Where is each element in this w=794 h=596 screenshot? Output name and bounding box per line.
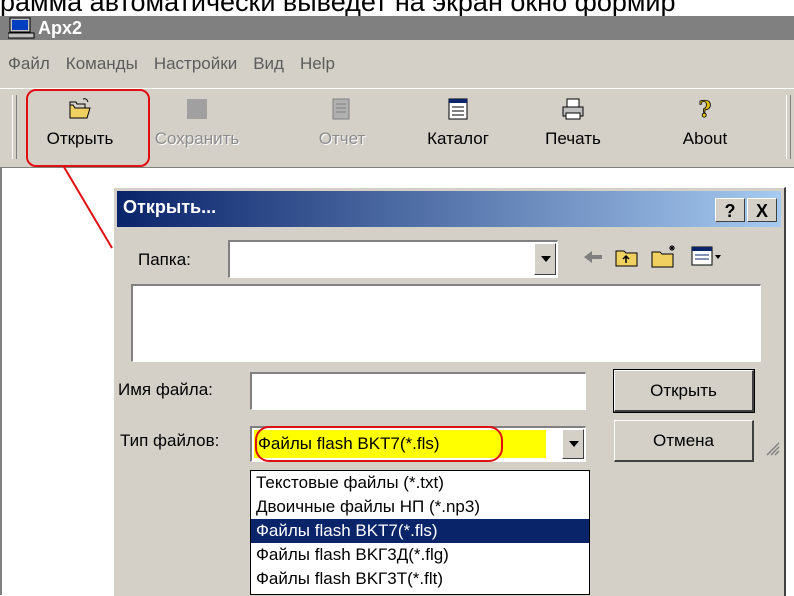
report-button[interactable]: Отчет <box>287 95 397 159</box>
back-arrow-icon[interactable] <box>582 246 604 268</box>
catalog-button[interactable]: Каталог <box>403 95 513 159</box>
catalog-icon <box>446 97 470 121</box>
dialog-close-button[interactable]: X <box>747 198 777 222</box>
about-button[interactable]: ? About <box>650 95 760 159</box>
dialog-open-label: Открыть <box>650 380 717 400</box>
printer-icon <box>561 97 585 121</box>
filetype-dropdown-list: Текстовые файлы (*.txt) Двоичные файлы Н… <box>250 470 590 595</box>
help-icon: ? <box>693 97 717 124</box>
filename-label: Имя файла: <box>118 380 213 399</box>
filetype-option-np3[interactable]: Двоичные файлы НП (*.np3) <box>251 495 589 519</box>
filetype-label: Тип файлов: <box>120 431 220 450</box>
filetype-option-flt[interactable]: Файлы flash BKГ3T(*.flt) <box>251 567 589 591</box>
filetype-annotation <box>255 426 503 462</box>
up-folder-icon[interactable] <box>614 244 640 270</box>
report-icon <box>330 97 354 121</box>
print-button[interactable]: Печать <box>518 95 628 159</box>
resize-grip-icon[interactable] <box>764 440 780 456</box>
app-computer-icon <box>7 17 36 39</box>
app-titlebar: Apx2 <box>0 16 794 40</box>
toolbar-separator <box>786 95 791 159</box>
about-button-label: About <box>682 129 728 148</box>
view-menu-icon[interactable] <box>690 244 724 270</box>
toolbar-grip[interactable] <box>12 95 17 159</box>
menu-commands[interactable]: Команды <box>58 54 146 74</box>
filetype-dropdown-button[interactable] <box>562 429 584 459</box>
report-button-label: Отчет <box>318 129 366 148</box>
menu-view[interactable]: Вид <box>245 54 292 74</box>
dialog-title: Открыть... <box>123 197 217 217</box>
catalog-button-label: Каталог <box>427 129 489 148</box>
svg-text:?: ? <box>699 97 712 121</box>
save-button[interactable]: Сохранить <box>142 95 252 159</box>
folder-dropdown-button[interactable] <box>534 243 556 275</box>
dialog-open-button[interactable]: Открыть <box>613 369 755 413</box>
dialog-cancel-button[interactable]: Отмена <box>614 420 754 462</box>
menu-settings[interactable]: Настройки <box>146 54 245 74</box>
folder-combo[interactable] <box>228 240 558 278</box>
filename-input[interactable] <box>250 372 586 410</box>
new-folder-icon[interactable] <box>650 242 680 270</box>
dialog-help-button[interactable]: ? <box>715 198 745 222</box>
print-button-label: Печать <box>545 129 601 148</box>
folder-label: Папка: <box>138 250 191 269</box>
menu-bar: Файл Команды Настройки Вид Help <box>0 40 794 88</box>
app-title: Apx2 <box>38 17 83 38</box>
filetype-option-txt[interactable]: Текстовые файлы (*.txt) <box>251 471 589 495</box>
menu-help[interactable]: Help <box>292 54 343 74</box>
dialog-cancel-label: Отмена <box>653 430 714 450</box>
open-button-annotation <box>26 89 150 167</box>
filetype-option-flg[interactable]: Файлы flash BKГ3Д(*.flg) <box>251 543 589 567</box>
menu-file[interactable]: Файл <box>0 54 58 74</box>
filetype-option-fls[interactable]: Файлы flash BKT7(*.fls) <box>251 519 589 543</box>
save-button-label: Сохранить <box>154 129 240 148</box>
save-icon <box>185 97 209 121</box>
file-list[interactable] <box>131 284 761 362</box>
dialog-titlebar[interactable]: Открыть... ? X <box>117 191 781 227</box>
